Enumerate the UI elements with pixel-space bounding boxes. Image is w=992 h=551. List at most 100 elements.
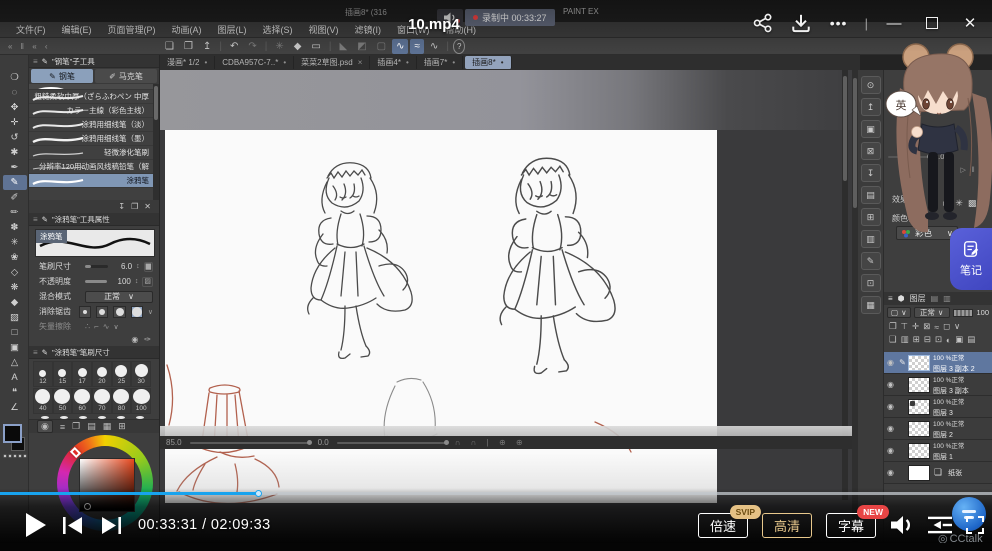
lock-alpha-icon[interactable]: ≈: [934, 322, 939, 332]
layer-thumbnail[interactable]: [908, 443, 930, 459]
palette-icon[interactable]: ▣: [861, 120, 881, 138]
brush-size-preset[interactable]: 12: [33, 361, 53, 387]
opacity-slider[interactable]: [85, 280, 107, 283]
mask-icon[interactable]: ◐: [946, 335, 951, 345]
palette-icon[interactable]: ⊠: [861, 142, 881, 160]
panel-menu-icon[interactable]: ≡: [33, 215, 38, 224]
palette-icon[interactable]: ▦: [861, 296, 881, 314]
command-icon[interactable]: ?: [453, 39, 465, 54]
seek-bar[interactable]: [0, 492, 992, 495]
tab-mark-icon[interactable]: •: [283, 58, 286, 67]
panel-menu-icon[interactable]: ≡: [33, 57, 38, 66]
volume-icon[interactable]: [890, 513, 914, 537]
timeline-value[interactable]: 85.0: [166, 438, 182, 447]
command-icon[interactable]: ❏: [161, 39, 178, 54]
document-tab[interactable]: 插画8* •: [465, 56, 511, 69]
layer-blend-dropdown[interactable]: 正常∨: [914, 307, 950, 318]
subtitle-button[interactable]: 字幕 NEW: [826, 513, 876, 538]
palette-icon[interactable]: ⊙: [861, 76, 881, 94]
color-slider-icon[interactable]: ≡: [60, 422, 65, 432]
eyedropper-tool[interactable]: ✒: [3, 160, 27, 175]
aa-option-strong[interactable]: [131, 306, 143, 318]
scrollbar[interactable]: [153, 84, 159, 200]
hand-tool[interactable]: ✥: [3, 100, 27, 115]
opacity-value[interactable]: 100: [111, 277, 131, 286]
chevron-down-icon[interactable]: ∨: [113, 323, 118, 331]
vector-option-icon[interactable]: ∿: [103, 322, 110, 331]
wand-tool[interactable]: ✱: [3, 145, 27, 160]
eye-icon[interactable]: ◉: [884, 358, 897, 367]
eye-icon[interactable]: ◉: [884, 402, 897, 411]
quality-button[interactable]: 高清: [762, 513, 812, 538]
timeline-slider[interactable]: [190, 442, 310, 444]
document-tab[interactable]: 插画7* •: [417, 56, 463, 69]
layer-mask-icon[interactable]: ❐: [889, 321, 897, 332]
layer-opacity-value[interactable]: 100: [976, 308, 989, 317]
brush-size-panel-header[interactable]: ≡ ✎ "涂鸦笔"笔刷尺寸: [29, 346, 159, 359]
layer-row[interactable]: ◉ 100 %正常图层 3 副本: [884, 374, 992, 396]
merge-down-icon[interactable]: ⊟: [924, 334, 931, 345]
layer-thumbnail[interactable]: [908, 399, 930, 415]
menu-item[interactable]: 选择(S): [255, 23, 301, 36]
brush-item[interactable]: 轻微渗化笔刷: [29, 146, 159, 160]
layers-tab[interactable]: 图层: [910, 293, 926, 304]
layer-tab-icon[interactable]: ▥: [943, 294, 951, 303]
layer-row-paper[interactable]: ◉ ❏ 纸张: [884, 462, 992, 484]
command-icon[interactable]: ↶: [226, 39, 242, 54]
new-layer-icon[interactable]: ❑: [889, 334, 897, 345]
combine-icon[interactable]: ⊡: [935, 334, 942, 345]
reference-icon[interactable]: ✛: [912, 321, 919, 332]
brush-item[interactable]: 分辨率120用动画风线稿铅笔（解: [29, 160, 159, 174]
color-set-icon[interactable]: ❐: [72, 421, 80, 432]
new-vector-icon[interactable]: ▥: [901, 334, 909, 345]
panel-collapse-icons[interactable]: « ‖ « ‹: [0, 42, 160, 51]
panel-menu-icon[interactable]: ≡: [33, 348, 38, 357]
brush-size-preset[interactable]: 20: [92, 361, 112, 387]
dynamics-icon[interactable]: ▆: [144, 262, 153, 272]
blend-tool[interactable]: ❋: [3, 280, 27, 295]
command-icon[interactable]: ✳: [271, 39, 287, 54]
minimize-icon[interactable]: —: [882, 11, 906, 35]
maximize-icon[interactable]: [920, 11, 944, 35]
palette-icon[interactable]: ▥: [861, 230, 881, 248]
brush-size-preset[interactable]: 70: [92, 388, 112, 414]
timeline-icons[interactable]: ∩ ∩ | ⊕ ⊕: [455, 438, 527, 447]
command-icon[interactable]: ▢: [373, 39, 390, 54]
color-mixer-icon[interactable]: ▤: [87, 421, 96, 432]
vector-option-icon[interactable]: ⌐: [94, 322, 99, 331]
command-icon[interactable]: ∿: [426, 39, 442, 54]
timeline-slider[interactable]: [337, 442, 447, 444]
palette-icon[interactable]: ✎: [861, 252, 881, 270]
lock-icon[interactable]: ⊠: [923, 321, 930, 332]
command-icon[interactable]: |: [263, 40, 270, 53]
command-icon[interactable]: ≈: [410, 39, 424, 54]
spinner-icon[interactable]: ↕: [136, 263, 140, 270]
balloon-tool[interactable]: ❝: [3, 385, 27, 400]
next-button[interactable]: [100, 517, 122, 534]
command-icon[interactable]: ↷: [244, 39, 260, 54]
document-tab[interactable]: 菜菜2草图.psd ×: [294, 56, 370, 69]
menu-item[interactable]: 滤镜(I): [347, 23, 390, 36]
command-icon[interactable]: |: [444, 40, 451, 53]
brush-size-preset[interactable]: 60: [72, 388, 92, 414]
subtool-panel-header[interactable]: ≡ ✎ "钢笔"子工具: [29, 55, 159, 68]
menu-item[interactable]: 视图(V): [301, 23, 347, 36]
eye-icon[interactable]: ◉: [884, 380, 897, 389]
brush-size-preset[interactable]: 30: [131, 361, 151, 387]
eye-icon[interactable]: ◉: [884, 468, 897, 477]
brush-size-preset[interactable]: 40: [33, 388, 53, 414]
menu-item[interactable]: 页面管理(P): [100, 23, 164, 36]
brush-item[interactable]: 粗糙柔软中厚（ざらふわペン 中厚: [29, 90, 159, 104]
note-button[interactable]: 笔记: [950, 228, 992, 290]
color-wheel-icon[interactable]: ◉: [37, 420, 53, 433]
layer-row[interactable]: ◉ ✎ 100 %正常图层 3 副本 2: [884, 352, 992, 374]
close-icon[interactable]: ✕: [958, 11, 982, 35]
timeline-value[interactable]: 0.0: [318, 438, 329, 447]
play-button[interactable]: [26, 513, 46, 537]
zoom-tool[interactable]: ❍: [3, 70, 27, 85]
brush-size-preset[interactable]: 17: [72, 361, 92, 387]
gradient-tool[interactable]: ▨: [3, 310, 27, 325]
selection-tool[interactable]: ◌: [3, 85, 27, 100]
foreground-color-swatch[interactable]: [3, 424, 22, 443]
frame-tool[interactable]: ▣: [3, 340, 27, 355]
